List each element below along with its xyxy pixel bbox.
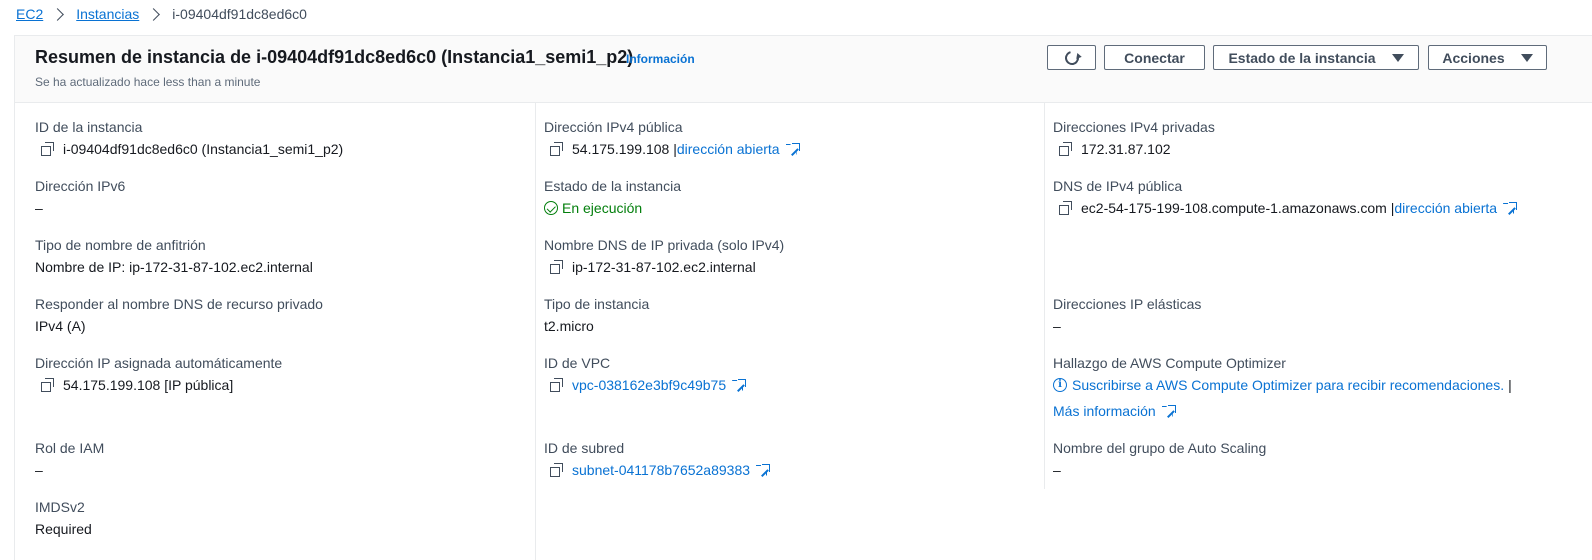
iam-role-label: Rol de IAM bbox=[35, 440, 105, 456]
copy-icon[interactable] bbox=[1059, 142, 1073, 156]
vpc-id-label: ID de VPC bbox=[544, 355, 611, 371]
iam-role-value: – bbox=[35, 462, 43, 478]
instance-state-dropdown-label: Estado de la instancia bbox=[1228, 49, 1376, 66]
caret-down-icon bbox=[1520, 53, 1533, 62]
compute-optimizer-subscribe-link[interactable]: Suscribirse a AWS Compute Optimizer para… bbox=[1072, 376, 1504, 394]
caret-down-icon bbox=[1391, 53, 1404, 62]
field-auto-ip: Dirección IP asignada automáticamente 54… bbox=[35, 354, 282, 394]
page-title: Resumen de instancia de i-09404df91dc8ed… bbox=[35, 47, 634, 67]
breadcrumb-ec2-link[interactable]: EC2 bbox=[16, 6, 43, 22]
breadcrumb-instances-link[interactable]: Instancias bbox=[76, 6, 139, 22]
instance-id-value: i-09404df91dc8ed6c0 (Instancia1_semi1_p2… bbox=[63, 141, 344, 157]
field-private-dns: Nombre DNS de IP privada (solo IPv4) ip-… bbox=[544, 236, 784, 276]
private-dns-answer-value: IPv4 (A) bbox=[35, 318, 86, 334]
breadcrumb-current: i-09404df91dc8ed6c0 bbox=[172, 6, 307, 22]
info-icon: i bbox=[1053, 378, 1067, 392]
connect-button-label: Conectar bbox=[1124, 49, 1185, 66]
field-instance-state: Estado de la instancia En ejecución bbox=[544, 177, 681, 217]
chevron-right-icon bbox=[147, 7, 161, 21]
field-imdsv2: IMDSv2 Required bbox=[35, 498, 92, 538]
info-link[interactable]: Información bbox=[626, 52, 695, 66]
field-elastic-ip: Direcciones IP elásticas – bbox=[1053, 295, 1201, 335]
private-ipv4-label: Direcciones IPv4 privadas bbox=[1053, 119, 1215, 135]
instance-type-value: t2.micro bbox=[544, 318, 594, 334]
compute-optimizer-label: Hallazgo de AWS Compute Optimizer bbox=[1053, 355, 1286, 371]
instance-summary-panel: Resumen de instancia de i-09404df91dc8ed… bbox=[14, 35, 1592, 560]
check-circle-icon bbox=[544, 201, 558, 215]
hostname-type-label: Tipo de nombre de anfitrión bbox=[35, 237, 206, 253]
auto-ip-label: Dirección IP asignada automáticamente bbox=[35, 355, 283, 371]
actions-dropdown-label: Acciones bbox=[1442, 49, 1505, 66]
copy-icon[interactable] bbox=[550, 142, 564, 156]
public-ipv4-open-link[interactable]: dirección abierta bbox=[677, 140, 780, 158]
breadcrumb: EC2 Instancias i-09404df91dc8ed6c0 bbox=[16, 5, 307, 23]
imdsv2-value: Required bbox=[35, 521, 92, 537]
field-auto-scaling-group: Nombre del grupo de Auto Scaling – bbox=[1053, 439, 1266, 479]
last-updated-text: Se ha actualizado hace less than a minut… bbox=[35, 75, 261, 89]
actions-dropdown[interactable]: Acciones bbox=[1428, 45, 1547, 70]
field-subnet-id: ID de subred subnet-041178b7652a89383 bbox=[544, 439, 771, 479]
elastic-ip-value: – bbox=[1053, 318, 1061, 334]
instance-id-label: ID de la instancia bbox=[35, 119, 143, 135]
field-hostname-type: Tipo de nombre de anfitrión Nombre de IP… bbox=[35, 236, 313, 276]
field-compute-optimizer: Hallazgo de AWS Compute Optimizer i Susc… bbox=[1053, 354, 1512, 420]
field-private-dns-answer: Responder al nombre DNS de recurso priva… bbox=[35, 295, 323, 335]
copy-icon[interactable] bbox=[550, 260, 564, 274]
asg-value: – bbox=[1053, 462, 1061, 478]
external-link-icon[interactable] bbox=[732, 378, 747, 392]
private-dns-answer-label: Responder al nombre DNS de recurso priva… bbox=[35, 296, 323, 312]
field-public-dns: DNS de IPv4 pública ec2-54-175-199-108.c… bbox=[1053, 177, 1518, 217]
asg-label: Nombre del grupo de Auto Scaling bbox=[1053, 440, 1267, 456]
refresh-button[interactable] bbox=[1047, 45, 1096, 70]
copy-icon[interactable] bbox=[550, 378, 564, 392]
more-info-link[interactable]: Más información bbox=[1053, 402, 1156, 420]
field-instance-id: ID de la instancia i-09404df91dc8ed6c0 (… bbox=[35, 118, 343, 158]
public-dns-open-link[interactable]: dirección abierta bbox=[1394, 199, 1497, 217]
hostname-type-value: Nombre de IP: ip-172-31-87-102.ec2.inter… bbox=[35, 259, 313, 275]
instance-type-label: Tipo de instancia bbox=[544, 296, 650, 312]
auto-ip-value: 54.175.199.108 [IP pública] bbox=[63, 377, 234, 393]
copy-icon[interactable] bbox=[550, 463, 564, 477]
imdsv2-label: IMDSv2 bbox=[35, 499, 85, 515]
field-ipv6: Dirección IPv6 – bbox=[35, 177, 125, 217]
field-vpc-id: ID de VPC vpc-038162e3bf9c49b75 bbox=[544, 354, 747, 394]
column-divider bbox=[535, 103, 536, 560]
refresh-icon bbox=[1061, 47, 1082, 68]
external-link-icon[interactable] bbox=[785, 142, 800, 156]
vpc-id-link[interactable]: vpc-038162e3bf9c49b75 bbox=[572, 376, 726, 394]
field-instance-type: Tipo de instancia t2.micro bbox=[544, 295, 649, 335]
copy-icon[interactable] bbox=[41, 142, 55, 156]
external-link-icon[interactable] bbox=[1161, 404, 1176, 418]
public-ipv4-label: Dirección IPv4 pública bbox=[544, 119, 683, 135]
instance-state-value: En ejecución bbox=[562, 200, 643, 216]
private-dns-value: ip-172-31-87-102.ec2.internal bbox=[572, 259, 756, 275]
instance-state-dropdown[interactable]: Estado de la instancia bbox=[1213, 45, 1419, 70]
external-link-icon[interactable] bbox=[756, 463, 771, 477]
copy-icon[interactable] bbox=[1059, 201, 1073, 215]
subnet-id-label: ID de subred bbox=[544, 440, 625, 456]
field-iam-role: Rol de IAM – bbox=[35, 439, 104, 479]
chevron-right-icon bbox=[51, 7, 65, 21]
panel-header: Resumen de instancia de i-09404df91dc8ed… bbox=[15, 36, 1592, 103]
column-divider bbox=[1044, 103, 1045, 489]
connect-button[interactable]: Conectar bbox=[1104, 45, 1205, 70]
instance-state-label: Estado de la instancia bbox=[544, 178, 681, 194]
subnet-id-link[interactable]: subnet-041178b7652a89383 bbox=[572, 461, 750, 479]
field-public-ipv4: Dirección IPv4 pública 54.175.199.108 | … bbox=[544, 118, 800, 158]
private-dns-label: Nombre DNS de IP privada (solo IPv4) bbox=[544, 237, 785, 253]
link-separator: | bbox=[1508, 377, 1512, 393]
public-ipv4-value: 54.175.199.108 | bbox=[572, 141, 677, 157]
copy-icon[interactable] bbox=[41, 378, 55, 392]
elastic-ip-label: Direcciones IP elásticas bbox=[1053, 296, 1202, 312]
external-link-icon[interactable] bbox=[1503, 201, 1518, 215]
private-ipv4-value: 172.31.87.102 bbox=[1081, 141, 1171, 157]
field-private-ipv4: Direcciones IPv4 privadas 172.31.87.102 bbox=[1053, 118, 1215, 158]
public-dns-label: DNS de IPv4 pública bbox=[1053, 178, 1183, 194]
public-dns-value: ec2-54-175-199-108.compute-1.amazonaws.c… bbox=[1081, 200, 1395, 216]
ipv6-value: – bbox=[35, 200, 43, 216]
ipv6-label: Dirección IPv6 bbox=[35, 178, 126, 194]
